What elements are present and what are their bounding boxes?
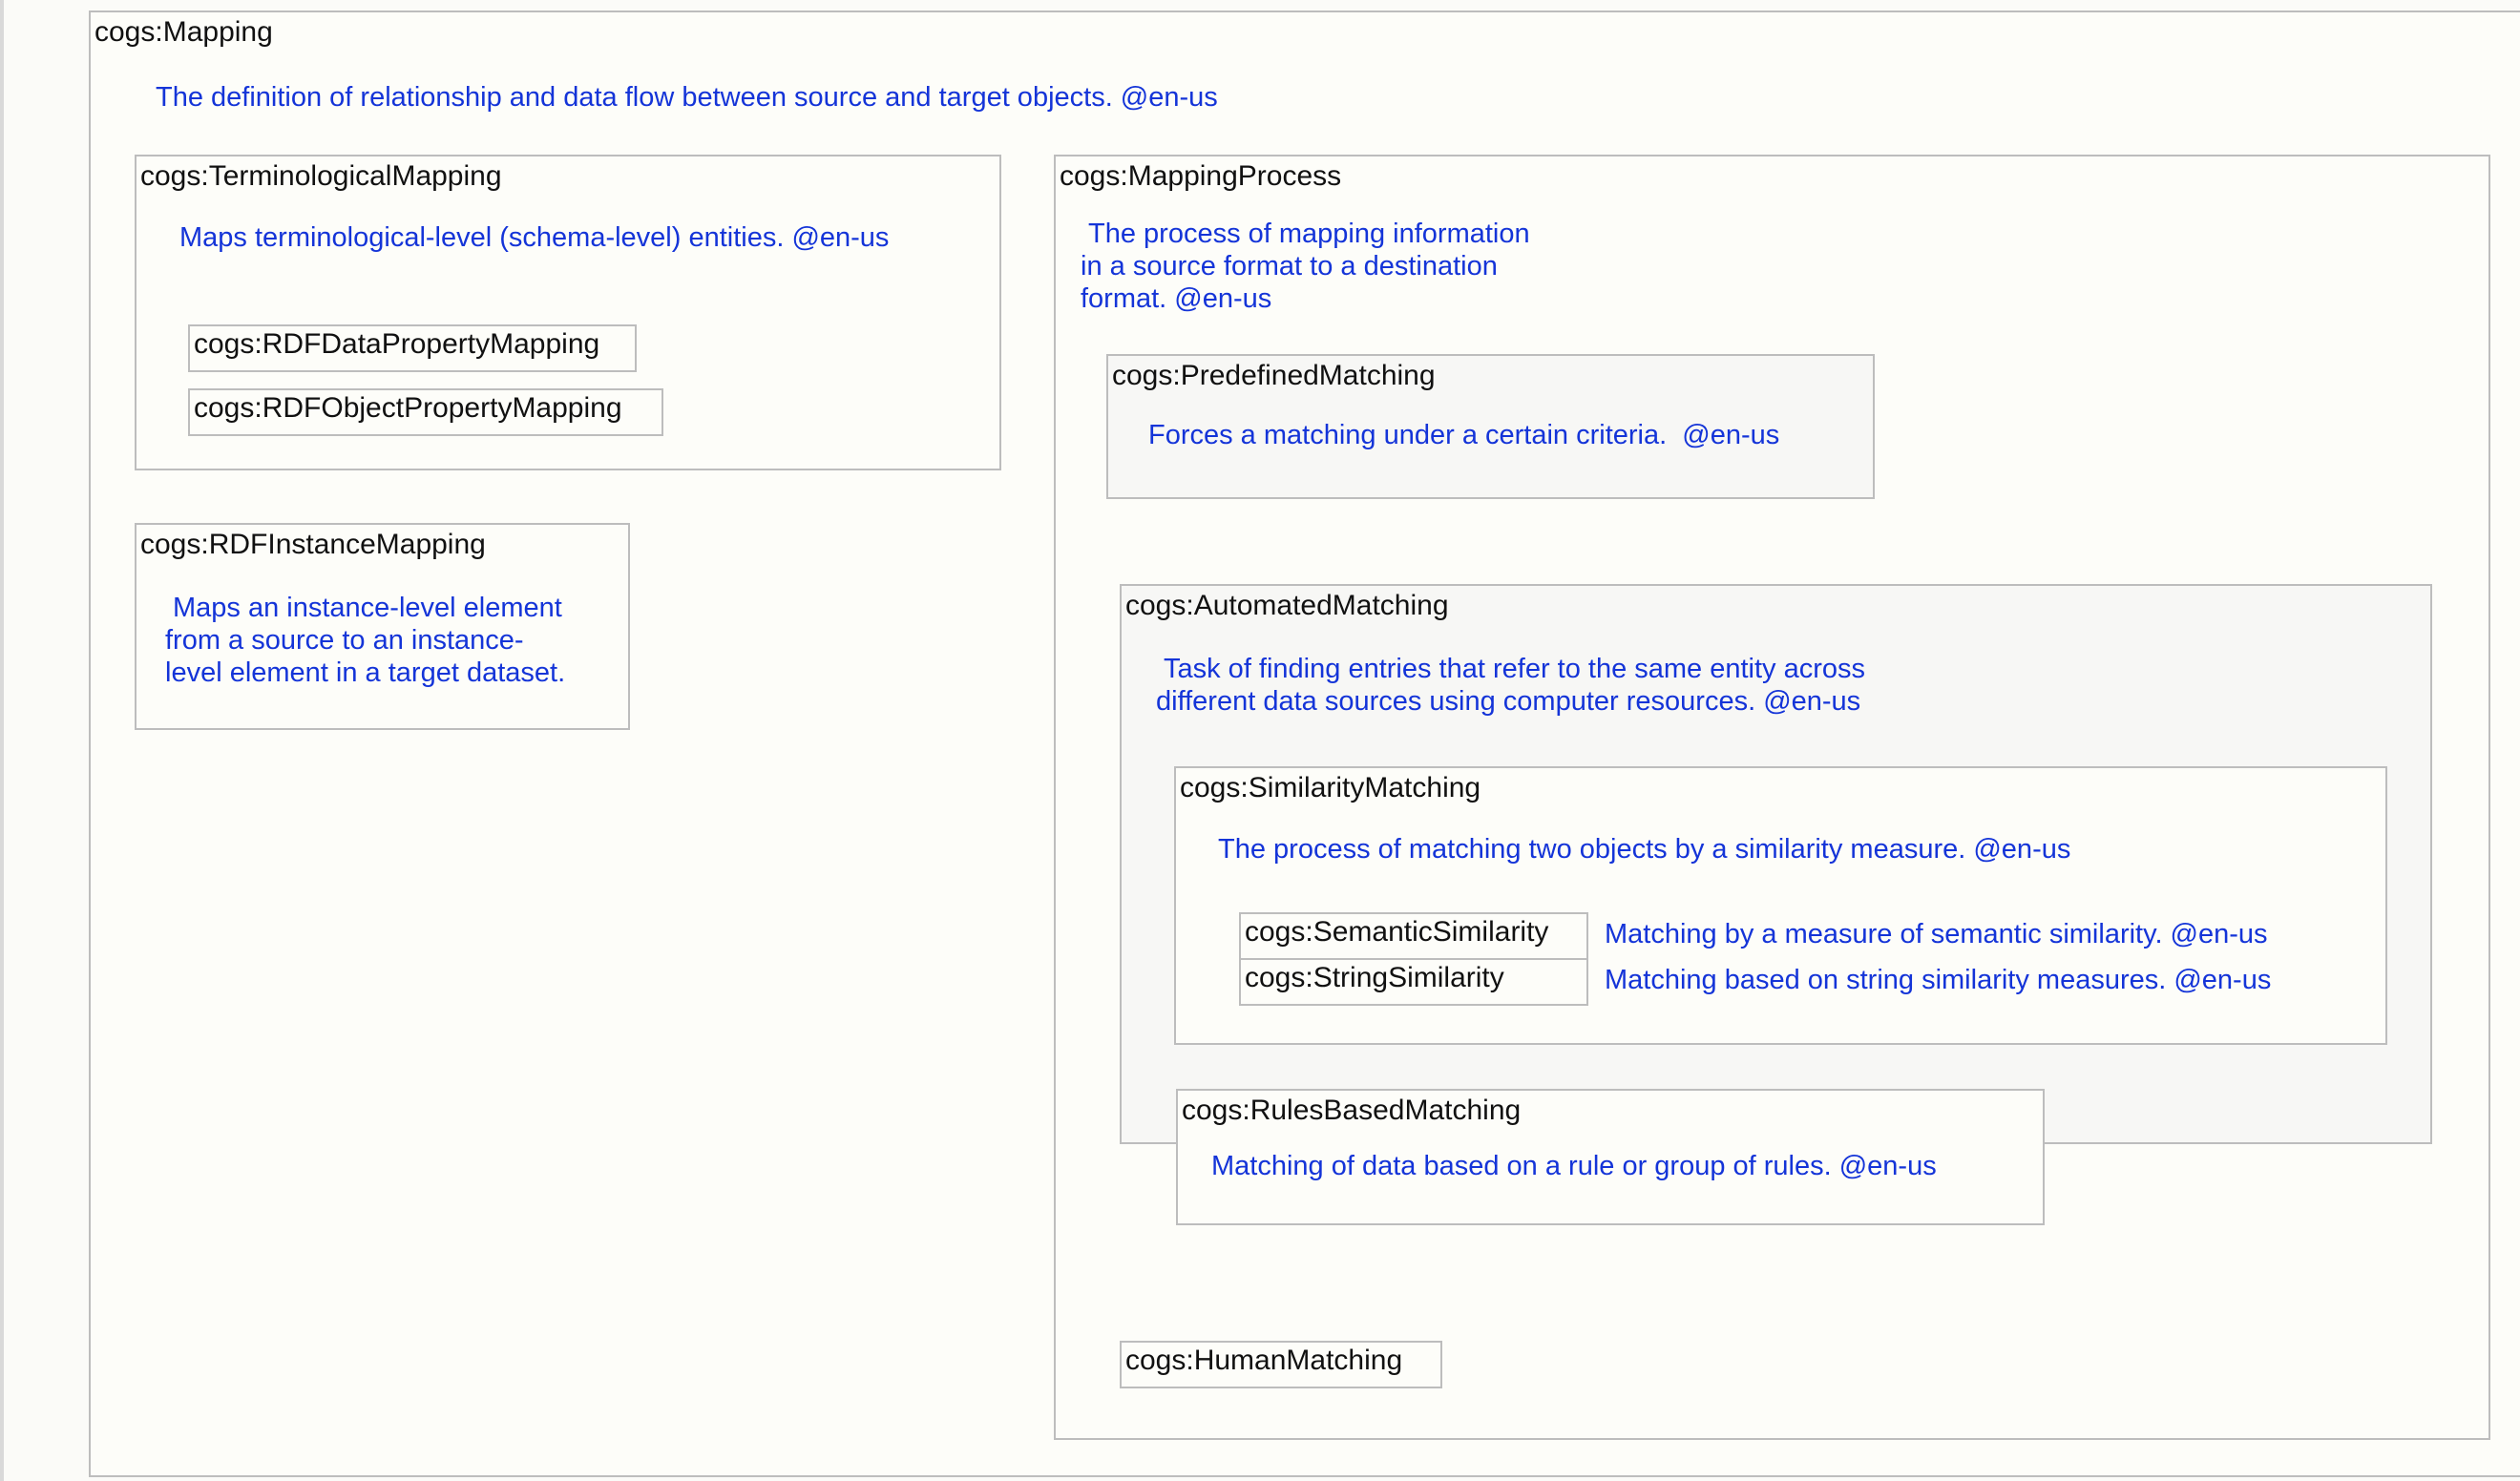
description-line: different data sources using computer re… <box>1156 686 1861 717</box>
description-line: Maps an instance-level element <box>173 593 562 623</box>
description-line: format. @en-us <box>1081 283 1272 314</box>
rdf-instance-mapping-description: Maps an instance-level element from a so… <box>165 592 565 689</box>
terminological-mapping-label: cogs:TerminologicalMapping <box>140 160 502 192</box>
semantic-similarity[interactable]: cogs:SemanticSimilarity <box>1239 912 1588 960</box>
predefined-matching-description: Forces a matching under a certain criter… <box>1148 420 1780 450</box>
rdf-instance-mapping-box[interactable]: cogs:RDFInstanceMapping Maps an instance… <box>135 523 630 730</box>
rdf-object-property-mapping[interactable]: cogs:RDFObjectPropertyMapping <box>188 388 663 436</box>
description-line: in a source format to a destination <box>1081 251 1498 282</box>
left-edge-bar <box>0 0 4 1481</box>
semantic-similarity-description: Matching by a measure of semantic simila… <box>1605 919 2268 949</box>
terminological-mapping-description: Maps terminological-level (schema-level)… <box>179 222 890 253</box>
rdf-instance-mapping-label: cogs:RDFInstanceMapping <box>140 529 486 560</box>
description-line: from a source to an instance- <box>165 625 524 656</box>
mapping-process-box[interactable]: cogs:MappingProcess The process of mappi… <box>1054 155 2490 1440</box>
rules-based-matching-description: Matching of data based on a rule or grou… <box>1211 1151 1937 1181</box>
mapping-label: cogs:Mapping <box>94 16 273 48</box>
human-matching[interactable]: cogs:HumanMatching <box>1120 1341 1442 1388</box>
rules-based-matching-box[interactable]: cogs:RulesBasedMatching Matching of data… <box>1176 1089 2045 1225</box>
automated-matching-description: Task of finding entries that refer to th… <box>1156 653 1865 718</box>
mapping-process-label: cogs:MappingProcess <box>1060 160 1342 192</box>
similarity-matching-box[interactable]: cogs:SimilarityMatching The process of m… <box>1174 766 2387 1045</box>
string-similarity-description: Matching based on string similarity meas… <box>1605 965 2272 995</box>
description-line: Task of finding entries that refer to th… <box>1164 654 1866 684</box>
mapping-description: The definition of relationship and data … <box>156 82 1218 113</box>
terminological-mapping-box[interactable]: cogs:TerminologicalMapping Maps terminol… <box>135 155 1001 470</box>
automated-matching-box[interactable]: cogs:AutomatedMatching Task of finding e… <box>1120 584 2432 1225</box>
rdf-data-property-mapping[interactable]: cogs:RDFDataPropertyMapping <box>188 324 637 372</box>
description-line: level element in a target dataset. <box>165 657 566 688</box>
predefined-matching-box[interactable]: cogs:PredefinedMatching Forces a matchin… <box>1106 354 1875 499</box>
mapping-process-description: The process of mapping information in a … <box>1081 218 1530 315</box>
automated-matching-label: cogs:AutomatedMatching <box>1125 590 1449 621</box>
similarity-matching-description: The process of matching two objects by a… <box>1218 834 2071 865</box>
predefined-matching-label: cogs:PredefinedMatching <box>1112 360 1436 391</box>
rules-based-matching-label: cogs:RulesBasedMatching <box>1182 1095 1522 1126</box>
string-similarity[interactable]: cogs:StringSimilarity <box>1239 958 1588 1006</box>
description-line: The process of mapping information <box>1088 219 1530 249</box>
similarity-matching-label: cogs:SimilarityMatching <box>1180 772 1481 803</box>
